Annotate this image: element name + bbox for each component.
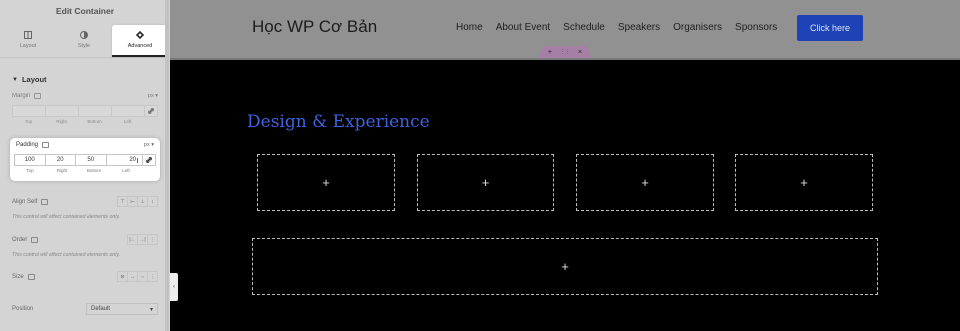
position-control: Position Default ▾: [12, 303, 158, 315]
nav-item-sponsors[interactable]: Sponsors: [735, 22, 777, 33]
padding-label: Padding: [16, 142, 39, 148]
add-element-icon[interactable]: +: [322, 175, 330, 190]
nav-item-organisers[interactable]: Organisers: [673, 22, 722, 33]
empty-container-drop-zone[interactable]: +: [252, 238, 878, 295]
padding-right-input[interactable]: 20: [44, 154, 75, 166]
gear-icon: [136, 31, 144, 39]
link-values-button[interactable]: [142, 154, 156, 166]
empty-container-drop-zone[interactable]: +: [735, 154, 873, 211]
tab-layout-label: Layout: [19, 42, 37, 49]
margin-left-input[interactable]: [111, 105, 144, 117]
drag-icon[interactable]: ⋮⋮: [560, 49, 570, 55]
size-label: Size: [12, 273, 24, 280]
align-stretch-button[interactable]: ↕: [147, 196, 158, 207]
nav-item-speakers[interactable]: Speakers: [618, 22, 660, 33]
side-label: Left: [123, 119, 132, 124]
main-nav: Home About Event Schedule Speakers Organ…: [456, 22, 777, 33]
add-element-icon[interactable]: +: [641, 175, 649, 190]
padding-bottom-input[interactable]: 50: [75, 154, 106, 166]
caret-down-icon: ▼: [12, 76, 18, 83]
section-heading[interactable]: Design & Experience: [247, 112, 430, 132]
panel-scrollbar[interactable]: [165, 0, 169, 331]
padding-control: Padding px ▾ 100 20 50 20 Top Right Bott…: [10, 138, 160, 181]
cta-button[interactable]: Click here: [797, 15, 863, 41]
position-label: Position: [12, 306, 34, 312]
align-self-control: Align Self ⊤ ⊢ ⊥ ↕: [12, 196, 158, 207]
margin-control: Margin px ▾ Top Right Bottom Left: [12, 93, 158, 124]
side-label: Right: [56, 119, 67, 124]
side-label: Top: [24, 119, 33, 124]
align-self-note: This control will affect contained eleme…: [12, 214, 121, 220]
empty-container-drop-zone[interactable]: +: [257, 154, 395, 211]
position-select[interactable]: Default ▾: [86, 303, 158, 315]
section-title: Layout: [21, 75, 47, 84]
side-label: Bottom: [86, 168, 102, 173]
add-element-icon[interactable]: +: [561, 259, 569, 274]
tab-advanced[interactable]: Advanced: [112, 25, 168, 57]
margin-right-input[interactable]: [45, 105, 78, 117]
container-handle[interactable]: + ⋮⋮ ×: [538, 46, 592, 58]
editor-panel: Edit Container Layout Style Advanced ▼ L…: [0, 0, 170, 331]
side-label: Left: [122, 168, 130, 173]
add-element-icon[interactable]: +: [482, 175, 490, 190]
padding-unit-select[interactable]: px ▾: [144, 142, 154, 148]
link-values-button[interactable]: [144, 105, 158, 117]
align-self-label: Align Self: [12, 198, 38, 205]
margin-label: Margin: [12, 93, 31, 99]
margin-unit-select[interactable]: px ▾: [148, 93, 158, 99]
link-icon: [148, 108, 154, 114]
link-icon: [146, 157, 152, 163]
container-top-border: [170, 58, 960, 60]
layout-section-toggle[interactable]: ▼ Layout: [12, 75, 158, 84]
panel-title: Edit Container: [55, 6, 115, 16]
desktop-icon[interactable]: [42, 142, 50, 148]
desktop-icon[interactable]: [34, 93, 42, 99]
desktop-icon[interactable]: [27, 273, 35, 280]
collapse-panel-button[interactable]: ‹: [170, 273, 178, 301]
tab-style-label: Style: [77, 42, 91, 49]
side-label: Right: [56, 168, 68, 173]
desktop-icon[interactable]: [31, 236, 39, 243]
tab-advanced-label: Advanced: [127, 43, 153, 49]
nav-item-about-event[interactable]: About Event: [496, 22, 550, 33]
site-logo[interactable]: Học WP Cơ Bản: [252, 17, 377, 37]
empty-container-drop-zone[interactable]: +: [417, 154, 554, 211]
order-control: Order |← →| ⋮: [12, 234, 158, 245]
nav-item-schedule[interactable]: Schedule: [563, 22, 605, 33]
tab-style[interactable]: Style: [56, 22, 112, 57]
padding-left-input[interactable]: 20: [105, 154, 142, 166]
side-label: Top: [26, 168, 34, 173]
chevron-down-icon: ▾: [149, 306, 153, 313]
side-label: Bottom: [87, 119, 102, 124]
order-label: Order: [12, 236, 28, 243]
order-note: This control will affect contained eleme…: [12, 252, 121, 258]
add-container-icon[interactable]: +: [548, 49, 552, 56]
empty-container-drop-zone[interactable]: +: [576, 154, 714, 211]
contrast-icon: [80, 30, 88, 39]
layout-grid-icon: [24, 30, 32, 39]
margin-bottom-input[interactable]: [78, 105, 111, 117]
tab-layout[interactable]: Layout: [0, 22, 56, 57]
margin-top-input[interactable]: [12, 105, 45, 117]
size-control: Size ⊘ ↔ ⇔ ⋮: [12, 271, 158, 282]
nav-item-home[interactable]: Home: [456, 22, 483, 33]
chevron-left-icon: ‹: [173, 284, 175, 290]
panel-tabs: Layout Style Advanced: [0, 22, 170, 58]
delete-container-icon[interactable]: ×: [578, 49, 582, 56]
add-element-icon[interactable]: +: [800, 175, 808, 190]
size-custom-button[interactable]: ⋮: [147, 271, 158, 282]
site-header: Học WP Cơ Bản Home About Event Schedule …: [170, 0, 960, 58]
desktop-icon[interactable]: [41, 198, 49, 205]
order-custom-button[interactable]: ⋮: [147, 234, 158, 245]
padding-top-input[interactable]: 100: [14, 154, 45, 166]
